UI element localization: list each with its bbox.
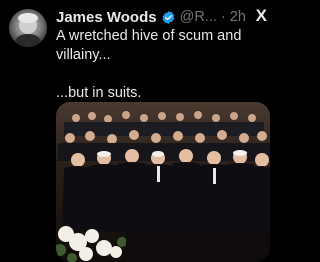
tweet-media-photo[interactable]	[56, 102, 270, 262]
author-name[interactable]: James Woods	[56, 9, 157, 26]
handle-and-timestamp[interactable]: @R... · 2h	[180, 9, 246, 25]
tweet-text-line-2: ...but in suits.	[56, 85, 142, 101]
tweet-text-line-1: A wretched hive of scum and villainy...	[56, 28, 242, 63]
tweet-header: James Woods @R... · 2h	[56, 6, 270, 28]
x-logo-icon[interactable]: X	[256, 6, 267, 26]
verified-badge-icon	[161, 10, 176, 25]
tweet-avatar[interactable]	[9, 9, 47, 47]
tweet-text: A wretched hive of scum and villainy... …	[56, 27, 271, 103]
